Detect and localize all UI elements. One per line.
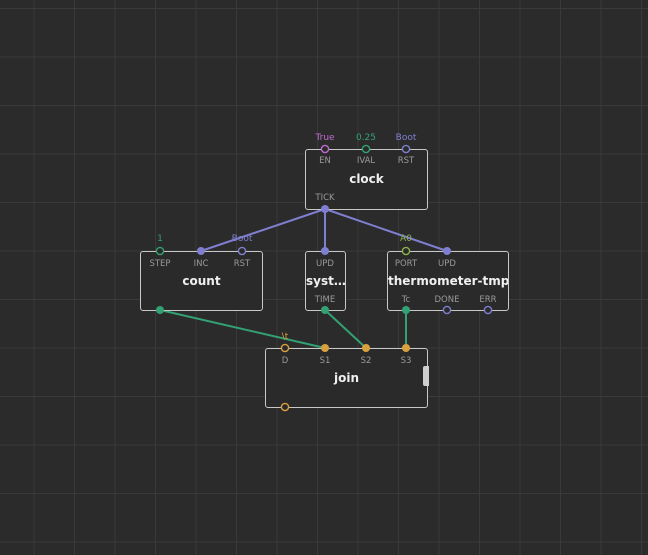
pin-upd[interactable] — [321, 247, 329, 255]
pin-en[interactable] — [320, 144, 330, 154]
pin-done[interactable] — [442, 305, 452, 315]
pin-rst[interactable] — [237, 246, 247, 256]
pin-s1[interactable] — [321, 344, 329, 352]
pin-d[interactable] — [280, 343, 290, 353]
pin-ival[interactable] — [361, 144, 371, 154]
pin-port[interactable] — [401, 246, 411, 256]
pin-err[interactable] — [483, 305, 493, 315]
pin-rst[interactable] — [401, 144, 411, 154]
pin-tc[interactable] — [402, 306, 410, 314]
pin-tick[interactable] — [321, 205, 329, 213]
pin-s3[interactable] — [402, 344, 410, 352]
pin-join-out[interactable] — [280, 402, 290, 412]
pin-s2[interactable] — [362, 344, 370, 352]
pin-step[interactable] — [155, 246, 165, 256]
pins-layer — [155, 144, 493, 412]
pin-count-out[interactable] — [156, 306, 164, 314]
pin-upd[interactable] — [443, 247, 451, 255]
pin-time[interactable] — [321, 306, 329, 314]
pin-inc[interactable] — [197, 247, 205, 255]
